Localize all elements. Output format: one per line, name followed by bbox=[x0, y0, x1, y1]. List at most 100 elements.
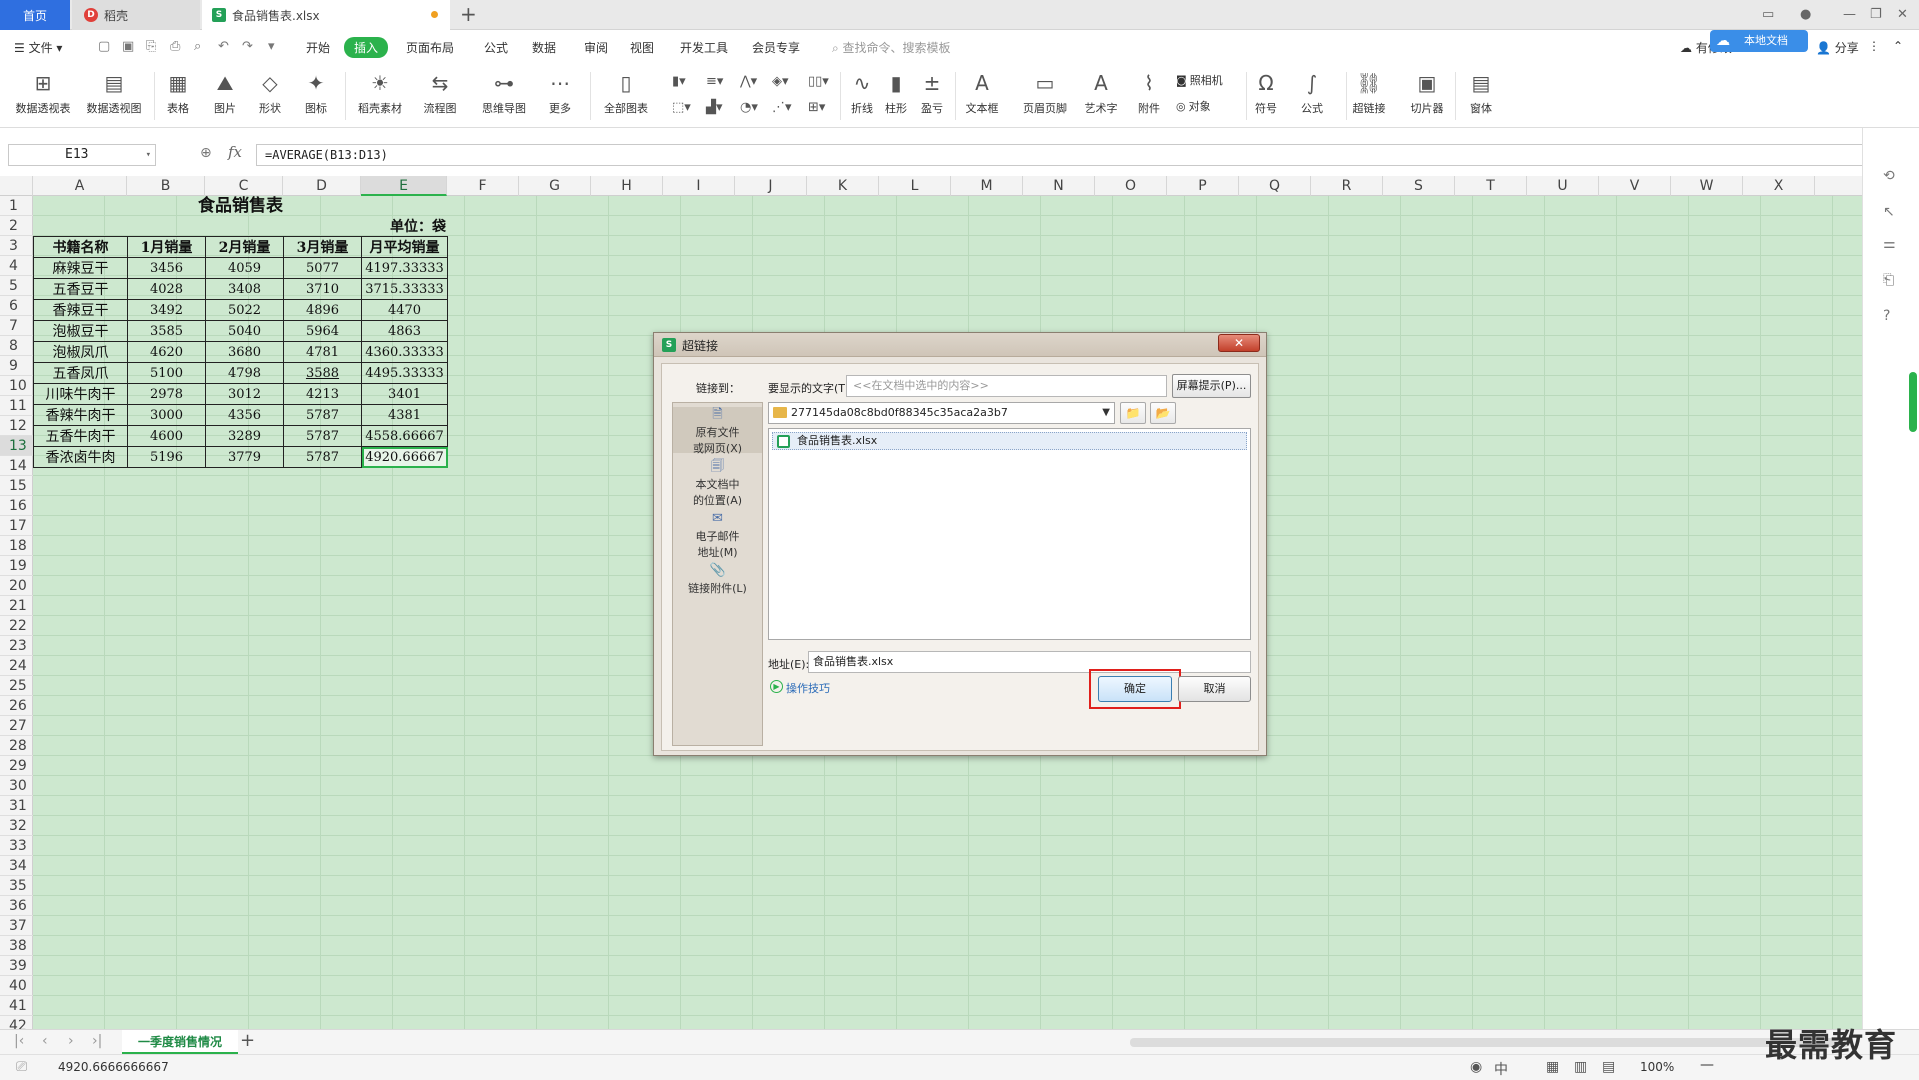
table-cell[interactable]: 4863 bbox=[361, 320, 448, 342]
restore-icon[interactable]: ❐ bbox=[1870, 7, 1882, 22]
link-type-0[interactable]: 🗎 原有文件 或网页(X) bbox=[673, 407, 762, 455]
minimize-icon[interactable]: — bbox=[1843, 7, 1856, 22]
name-box[interactable]: E13 ▾ bbox=[8, 144, 156, 166]
column-header[interactable]: V bbox=[1599, 176, 1671, 196]
undo-icon[interactable]: ↶ bbox=[218, 39, 229, 54]
row-header[interactable]: 4 bbox=[0, 256, 33, 276]
chart-type-icon-8[interactable]: ⋰▾ bbox=[772, 100, 792, 115]
first-sheet-icon[interactable]: |‹ bbox=[14, 1033, 24, 1049]
table-cell[interactable]: 4896 bbox=[283, 299, 362, 321]
dialog-close-button[interactable]: ✕ bbox=[1218, 334, 1260, 352]
row-header[interactable]: 3 bbox=[0, 236, 33, 256]
input-mode-icon[interactable]: 中 bbox=[1494, 1059, 1508, 1079]
page-view-icon[interactable]: ▥ bbox=[1574, 1059, 1587, 1075]
row-header[interactable]: 31 bbox=[0, 796, 33, 816]
redo-icon[interactable]: ↷ bbox=[242, 39, 253, 54]
table-cell[interactable]: 3588 bbox=[283, 362, 362, 384]
column-header[interactable]: A bbox=[33, 176, 127, 196]
ribbon-button-8[interactable]: ⊶ 思维导图 bbox=[480, 70, 528, 116]
table-cell[interactable]: 3585 bbox=[127, 320, 206, 342]
row-header[interactable]: 28 bbox=[0, 736, 33, 756]
row-header[interactable]: 18 bbox=[0, 536, 33, 556]
link-type-1[interactable]: 🗐 本文档中 的位置(A) bbox=[673, 459, 762, 507]
table-cell[interactable]: 5100 bbox=[127, 362, 206, 384]
ribbon-button-20[interactable]: ⛓ 超链接 bbox=[1345, 70, 1393, 116]
sheet-title[interactable]: 食品销售表 bbox=[33, 196, 448, 216]
row-header[interactable]: 19 bbox=[0, 556, 33, 576]
table-cell[interactable]: 4470 bbox=[361, 299, 448, 321]
table-cell[interactable]: 3000 bbox=[127, 404, 206, 426]
column-header[interactable]: E bbox=[361, 176, 447, 196]
table-header-cell[interactable]: 月平均销量 bbox=[361, 236, 448, 258]
table-cell[interactable]: 3680 bbox=[205, 341, 284, 363]
row-header[interactable]: 29 bbox=[0, 756, 33, 776]
book-view-icon[interactable]: ▤ bbox=[1602, 1059, 1615, 1075]
menu-tab-6[interactable]: 视图 bbox=[630, 39, 654, 56]
row-header[interactable]: 30 bbox=[0, 776, 33, 796]
file-menu[interactable]: ☰ 文件 ▾ bbox=[14, 39, 62, 56]
camera-button[interactable]: ◙ 照相机 bbox=[1176, 72, 1223, 88]
tab-home[interactable]: 首页 bbox=[0, 0, 70, 30]
ribbon-button-18[interactable]: Ω 符号 bbox=[1242, 70, 1290, 116]
screen-tip-button[interactable]: 屏幕提示(P)... bbox=[1172, 374, 1251, 398]
row-header[interactable]: 2 bbox=[0, 216, 33, 236]
column-header[interactable]: D bbox=[283, 176, 361, 196]
chart-type-icon-0[interactable]: ▮▾ bbox=[672, 74, 686, 89]
table-header-cell[interactable]: 3月销量 bbox=[283, 236, 362, 258]
address-input[interactable]: 食品销售表.xlsx bbox=[808, 651, 1251, 673]
assistant-icon[interactable]: ⟲ bbox=[1883, 168, 1901, 186]
next-sheet-icon[interactable]: › bbox=[68, 1033, 74, 1049]
column-header[interactable]: J bbox=[735, 176, 807, 196]
column-header[interactable]: Q bbox=[1239, 176, 1311, 196]
prev-sheet-icon[interactable]: ‹ bbox=[42, 1033, 48, 1049]
row-header[interactable]: 24 bbox=[0, 656, 33, 676]
row-header[interactable]: 21 bbox=[0, 596, 33, 616]
menu-tab-8[interactable]: 会员专享 bbox=[752, 39, 800, 56]
table-cell[interactable]: 香辣牛肉干 bbox=[33, 404, 128, 426]
ribbon-button-17[interactable]: ⌇ 附件 bbox=[1125, 70, 1173, 116]
table-cell[interactable]: 5787 bbox=[283, 446, 362, 468]
table-cell[interactable]: 3715.33333 bbox=[361, 278, 448, 300]
table-cell[interactable]: 川味牛肉干 bbox=[33, 383, 128, 405]
preview-icon[interactable]: ⌕ bbox=[194, 39, 201, 54]
panel-handle[interactable] bbox=[1909, 372, 1917, 432]
ribbon-button-14[interactable]: A 文本框 bbox=[958, 70, 1006, 116]
row-header[interactable]: 22 bbox=[0, 616, 33, 636]
table-cell[interactable]: 4213 bbox=[283, 383, 362, 405]
table-cell[interactable]: 3492 bbox=[127, 299, 206, 321]
table-cell[interactable]: 泡椒凤爪 bbox=[33, 341, 128, 363]
zoom-out-icon[interactable]: — bbox=[1700, 1057, 1714, 1073]
ribbon-button-13[interactable]: ± 盈亏 bbox=[908, 70, 956, 116]
link-type-3[interactable]: 📎 链接附件(L) bbox=[673, 563, 762, 607]
row-header[interactable]: 16 bbox=[0, 496, 33, 516]
more-menu-icon[interactable]: ⋮ bbox=[1868, 39, 1880, 53]
row-header[interactable]: 38 bbox=[0, 936, 33, 956]
command-search[interactable]: ⌕ 查找命令、搜索模板 bbox=[832, 39, 951, 56]
column-header[interactable]: P bbox=[1167, 176, 1239, 196]
column-header[interactable]: C bbox=[205, 176, 283, 196]
row-header[interactable]: 23 bbox=[0, 636, 33, 656]
column-header[interactable]: G bbox=[519, 176, 591, 196]
row-header[interactable]: 15 bbox=[0, 476, 33, 496]
ribbon-button-1[interactable]: ▤ 数据透视图 bbox=[87, 70, 142, 116]
normal-view-icon[interactable]: ▦ bbox=[1546, 1059, 1559, 1075]
select-icon[interactable]: ↖ bbox=[1883, 204, 1901, 222]
table-header-cell[interactable]: 1月销量 bbox=[127, 236, 206, 258]
horizontal-scrollbar[interactable] bbox=[1130, 1038, 1850, 1047]
row-header[interactable]: 20 bbox=[0, 576, 33, 596]
column-header[interactable]: N bbox=[1023, 176, 1095, 196]
row-header[interactable]: 41 bbox=[0, 996, 33, 1016]
row-header[interactable]: 33 bbox=[0, 836, 33, 856]
column-header[interactable]: T bbox=[1455, 176, 1527, 196]
ribbon-button-3[interactable]: ⛰ 图片 bbox=[201, 70, 249, 116]
row-header[interactable]: 1 bbox=[0, 196, 33, 216]
row-header[interactable]: 9 bbox=[0, 356, 33, 376]
link-type-2[interactable]: ✉ 电子邮件 地址(M) bbox=[673, 511, 762, 559]
table-cell[interactable]: 5077 bbox=[283, 257, 362, 279]
menu-tab-1[interactable]: 插入 bbox=[344, 37, 389, 58]
sheet-tab-q1[interactable]: 一季度销售情况 bbox=[122, 1030, 238, 1054]
menu-tab-5[interactable]: 审阅 bbox=[584, 39, 608, 56]
menu-tab-4[interactable]: 数据 bbox=[532, 39, 556, 56]
chart-type-icon-3[interactable]: ◈▾ bbox=[772, 74, 789, 89]
quick-more-icon[interactable]: ▾ bbox=[268, 39, 275, 54]
